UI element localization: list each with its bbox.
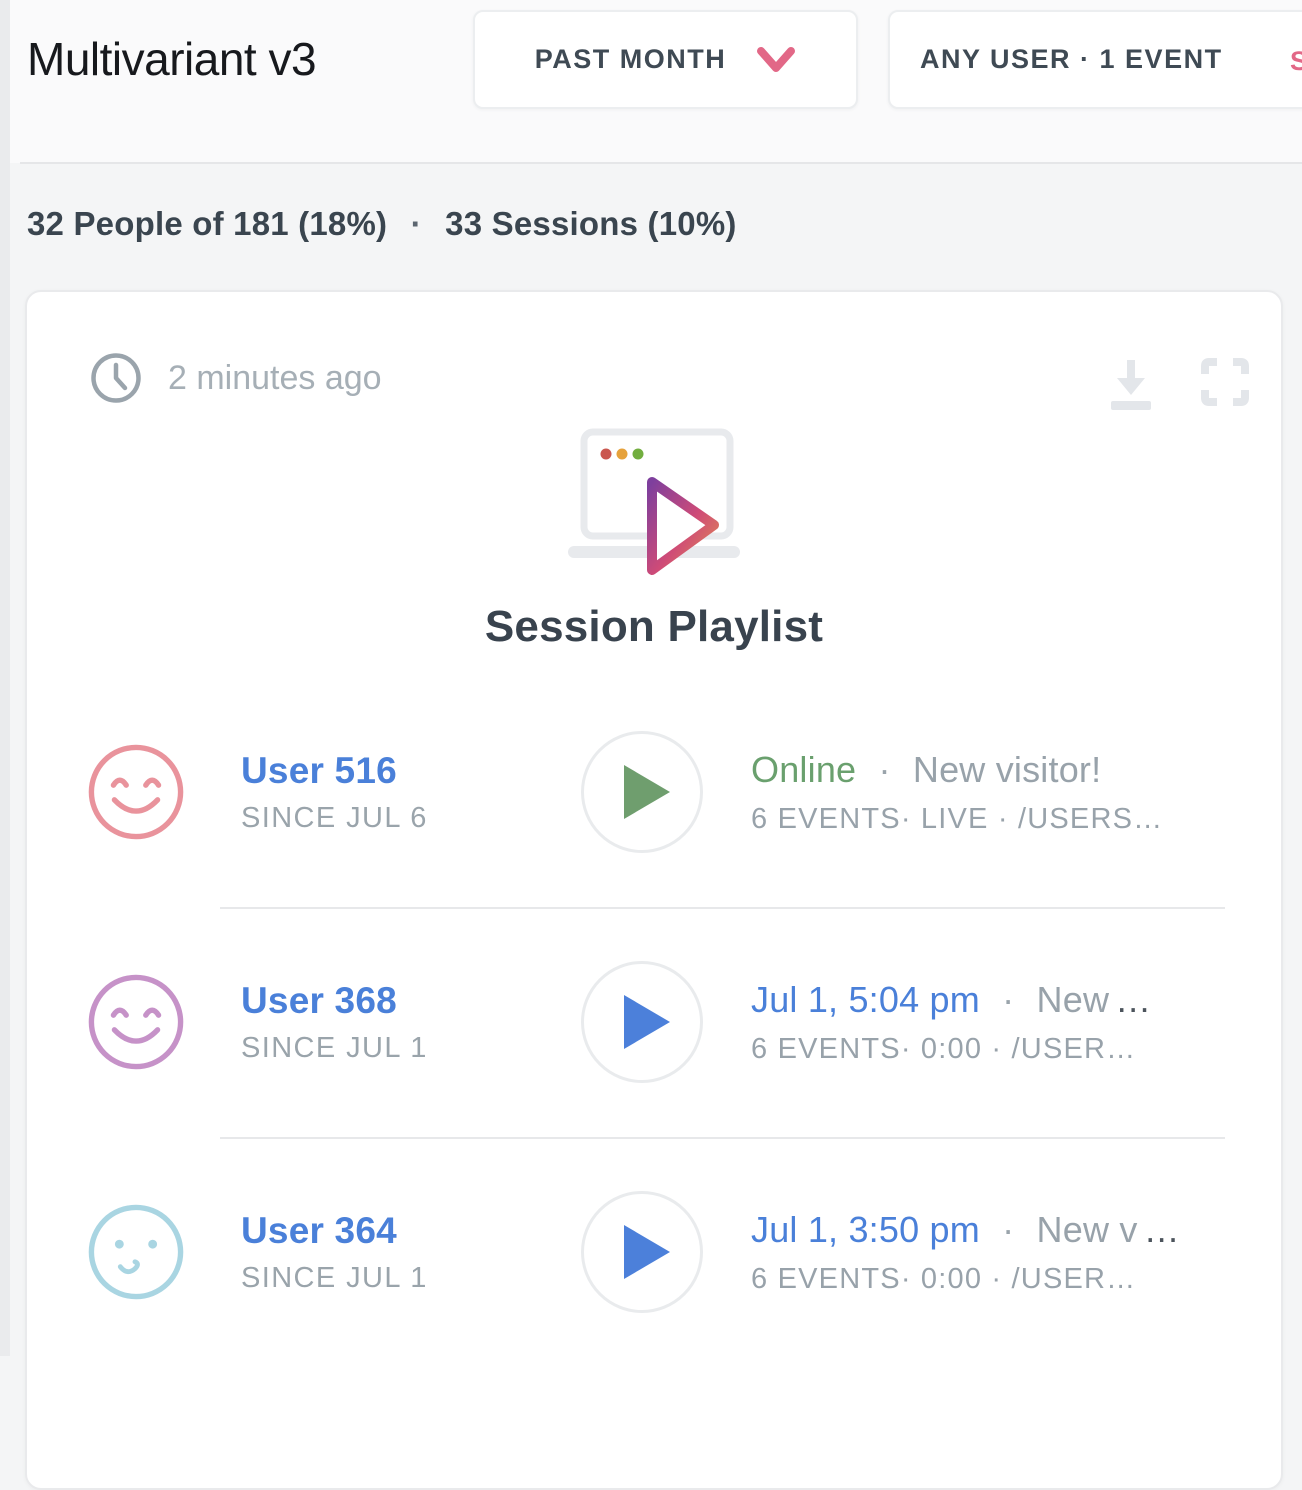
video-player-icon	[556, 424, 756, 604]
user-since: SINCE JUL 1	[241, 1262, 531, 1295]
session-primary[interactable]: Jul 1, 3:50 pm	[751, 1209, 980, 1250]
user-link[interactable]: User 516	[241, 750, 531, 792]
session-separator: ·	[1002, 979, 1014, 1020]
card-title: Session Playlist	[27, 602, 1281, 652]
session-ellipsis: …	[1115, 979, 1151, 1020]
clock-icon	[90, 352, 142, 404]
user-event-filter-button[interactable]: ANY USER · 1 EVENT S	[888, 10, 1302, 109]
session-detail: 6 EVENTS· 0:00 · /USER…	[751, 1033, 1281, 1066]
sessions-stat: 33 Sessions (10%)	[445, 205, 736, 242]
session-primary[interactable]: Jul 1, 5:04 pm	[751, 979, 980, 1020]
session-row: User 516 SINCE JUL 6 Online · New visito…	[27, 677, 1281, 907]
session-list: User 516 SINCE JUL 6 Online · New visito…	[27, 677, 1281, 1367]
session-detail: 6 EVENTS· 0:00 · /USER…	[751, 1263, 1281, 1296]
session-playlist-card: 2 minutes ago	[25, 290, 1283, 1490]
user-since: SINCE JUL 6	[241, 802, 531, 835]
user-since: SINCE JUL 1	[241, 1032, 531, 1065]
user-avatar-icon	[87, 1203, 185, 1301]
session-secondary: New visitor!	[913, 749, 1101, 790]
play-button[interactable]	[581, 1191, 703, 1313]
play-button[interactable]	[581, 961, 703, 1083]
left-panel-edge	[0, 0, 10, 1356]
session-separator: ·	[878, 749, 890, 790]
header: Multivariant v3 PAST MONTH ANY USER · 1 …	[0, 0, 1302, 163]
session-secondary: New	[1037, 979, 1110, 1020]
session-primary[interactable]: Online	[751, 749, 856, 790]
user-link[interactable]: User 368	[241, 980, 531, 1022]
session-row: User 364 SINCE JUL 1 Jul 1, 3:50 pm · Ne…	[27, 1137, 1281, 1367]
clipped-filter-text: S	[1290, 46, 1302, 77]
session-ellipsis: …	[1144, 1209, 1180, 1250]
play-icon	[624, 1225, 670, 1279]
play-icon	[624, 765, 670, 819]
stats-separator: ·	[411, 205, 422, 242]
user-avatar-icon	[87, 973, 185, 1071]
session-detail: 6 EVENTS· LIVE · /USERS…	[751, 803, 1281, 836]
session-row: User 368 SINCE JUL 1 Jul 1, 5:04 pm · Ne…	[27, 907, 1281, 1137]
filter-label: ANY USER · 1 EVENT	[920, 44, 1223, 75]
chevron-down-icon	[756, 46, 796, 74]
fullscreen-icon[interactable]	[1199, 356, 1251, 408]
user-link[interactable]: User 364	[241, 1210, 531, 1252]
play-icon	[624, 995, 670, 1049]
date-range-button[interactable]: PAST MONTH	[473, 10, 858, 109]
session-secondary: New v	[1037, 1209, 1138, 1250]
user-avatar-icon	[87, 743, 185, 841]
play-button[interactable]	[581, 731, 703, 853]
date-range-label: PAST MONTH	[535, 44, 727, 75]
people-stat: 32 People of 181 (18%)	[27, 205, 387, 242]
page-title: Multivariant v3	[27, 32, 316, 86]
session-separator: ·	[1002, 1209, 1014, 1250]
download-icon[interactable]	[1103, 354, 1159, 410]
stats-bar: 32 People of 181 (18%) · 33 Sessions (10…	[0, 163, 1302, 290]
updated-timestamp: 2 minutes ago	[168, 359, 382, 398]
